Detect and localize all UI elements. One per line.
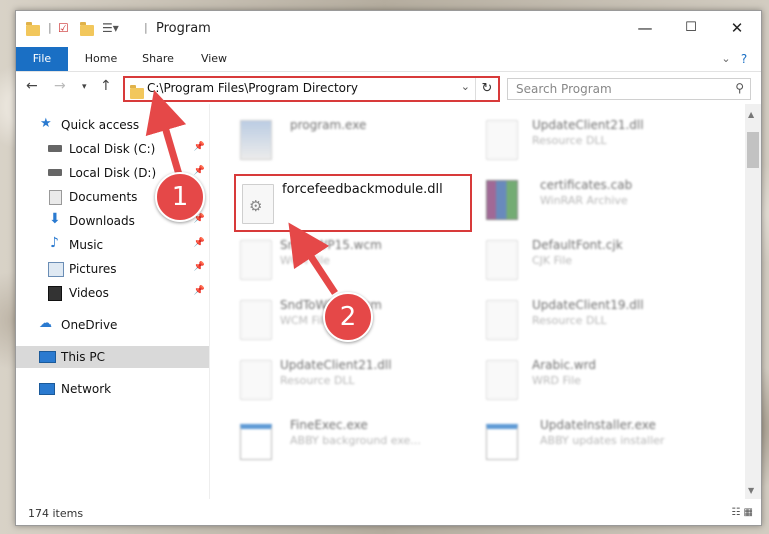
callout-badge-2: 2 bbox=[323, 292, 373, 342]
arrow-to-address-bar bbox=[145, 89, 187, 179]
arrow-to-file bbox=[288, 222, 338, 295]
annotation-arrows bbox=[145, 89, 338, 295]
callout-badge-1: 1 bbox=[155, 172, 205, 222]
